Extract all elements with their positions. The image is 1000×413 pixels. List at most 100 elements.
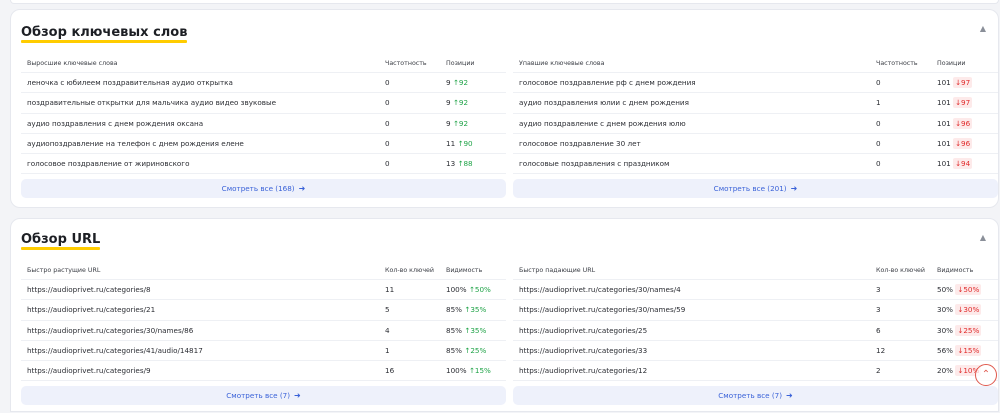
row-value: 85% ↑25% — [446, 345, 487, 355]
header-keyword: Выросшие ключевые слова — [27, 60, 118, 67]
row-count: 0 — [876, 138, 881, 148]
chevron-up-icon[interactable]: ▲ — [980, 233, 986, 242]
table-row[interactable]: https://audioprivet.ru/categories/8 11 100… — [21, 280, 506, 301]
row-count: 3 — [876, 285, 881, 294]
table-header: Выросшие ключевые слова Частотность Пози… — [21, 56, 506, 73]
header-keys-count: Кол-во ключей — [876, 267, 926, 274]
row-value: 11 ↑90 — [446, 138, 473, 148]
row-label[interactable]: https://audioprivet.ru/categories/30/nam… — [519, 280, 681, 300]
row-label[interactable]: https://audioprivet.ru/categories/33 — [519, 341, 647, 361]
table-header: Быстро растущие URL Кол-во ключей Видимо… — [21, 263, 506, 280]
row-value: 100% ↑50% — [446, 285, 491, 294]
change-badge: ↑92 — [452, 118, 469, 128]
row-label[interactable]: https://audioprivet.ru/categories/25 — [519, 321, 647, 341]
show-all-growing-button[interactable]: Смотреть все (7) ➜ — [21, 386, 506, 406]
chevron-up-circle-icon: ⌃ — [981, 369, 991, 380]
row-label[interactable]: голосовое поздравление рф с днем рождени… — [519, 73, 696, 93]
table-header: Упавшие ключевые слова Частотность Позиц… — [513, 56, 998, 73]
arrow-right-icon: ➜ — [790, 184, 798, 194]
row-count: 0 — [385, 138, 390, 148]
row-value: 30% ↓25% — [937, 324, 982, 336]
row-label[interactable]: https://audioprivet.ru/categories/8 — [27, 280, 151, 300]
table-row[interactable]: леночка с юбилеем поздравительная аудио … — [21, 73, 506, 94]
scroll-to-top-button[interactable]: ⌃ — [975, 364, 997, 386]
table-header: Быстро падающие URL Кол-во ключей Видимо… — [513, 263, 998, 280]
table-row[interactable]: аудио поздравление с днем рождения юлю 0 1… — [513, 114, 998, 134]
falling-urls-table: Быстро падающие URL Кол-во ключей Видимо… — [513, 263, 998, 406]
row-label[interactable]: https://audioprivet.ru/categories/41/aud… — [27, 341, 203, 361]
row-count: 3 — [876, 305, 881, 315]
table-row[interactable]: https://audioprivet.ru/categories/12 2 20%… — [513, 361, 998, 382]
table-row[interactable]: аудио поздравления юлии с днем рождения 1… — [513, 93, 998, 114]
row-label[interactable]: аудиопоздравление на телефон с днем рожд… — [27, 134, 244, 154]
arrow-right-icon: ➜ — [294, 391, 301, 401]
row-label[interactable]: https://audioprivet.ru/categories/21 — [27, 300, 155, 320]
row-value: 85% ↑35% — [446, 305, 487, 315]
table-row[interactable]: https://audioprivet.ru/categories/30/nam… — [513, 280, 998, 301]
row-label[interactable]: леночка с юбилеем поздравительная аудио … — [27, 73, 233, 93]
row-label[interactable]: https://audioprivet.ru/categories/30/nam… — [27, 321, 193, 341]
grown-keywords-table: Выросшие ключевые слова Частотность Пози… — [21, 56, 506, 199]
row-label[interactable]: голосовые поздравления с праздником — [519, 154, 669, 174]
row-label[interactable]: голосовое поздравление от жириновского — [27, 154, 189, 174]
row-count: 0 — [385, 98, 390, 108]
header-url: Быстро падающие URL — [519, 267, 596, 274]
change-badge: ↑50% — [468, 285, 491, 294]
table-row[interactable]: аудио поздравления с днем рождения оксан… — [21, 114, 506, 134]
change-badge: ↑88 — [457, 159, 473, 169]
change-badge: ↑90 — [457, 138, 473, 148]
table-row[interactable]: https://audioprivet.ru/categories/25 6 30%… — [513, 321, 998, 341]
row-value: 9 ↑92 — [446, 118, 469, 128]
table-row[interactable]: голосовое поздравление 30 лет 0 101 ↓96 — [513, 134, 998, 155]
row-count: 1 — [876, 98, 881, 108]
row-label[interactable]: https://audioprivet.ru/categories/9 — [27, 361, 151, 381]
chevron-up-icon[interactable]: ▲ — [980, 24, 986, 33]
show-all-grown-button[interactable]: Смотреть все (168) ➜ — [21, 179, 506, 199]
change-badge: ↑92 — [452, 98, 469, 108]
row-value: 101 ↓97 — [937, 77, 973, 88]
row-label[interactable]: аудио поздравления с днем рождения оксан… — [27, 114, 203, 134]
table-row[interactable]: https://audioprivet.ru/categories/30/nam… — [21, 321, 506, 341]
table-row[interactable]: голосовое поздравление рф с днем рождени… — [513, 73, 998, 94]
row-label[interactable]: аудио поздравления юлии с днем рождения — [519, 93, 689, 113]
row-count: 0 — [876, 78, 881, 87]
keywords-overview-title: Обзор ключевых слов — [21, 25, 188, 43]
row-count: 0 — [385, 159, 390, 169]
change-badge: ↓25% — [955, 324, 982, 336]
table-row[interactable]: https://audioprivet.ru/categories/21 5 85%… — [21, 300, 506, 321]
row-label[interactable]: аудио поздравление с днем рождения юлю — [519, 114, 686, 134]
table-row[interactable]: голосовое поздравление от жириновского 0 1… — [21, 154, 506, 175]
row-value: 9 ↑92 — [446, 78, 469, 87]
table-row[interactable]: https://audioprivet.ru/categories/41/aud… — [21, 341, 506, 362]
change-badge: ↑15% — [468, 366, 491, 376]
table-row[interactable]: поздравительные открытки для мальчика ау… — [21, 93, 506, 114]
keywords-overview-card: Обзор ключевых слов ▲ Выросшие ключевые … — [10, 9, 999, 208]
fallen-keywords-table: Упавшие ключевые слова Частотность Позиц… — [513, 56, 998, 199]
row-count: 16 — [385, 366, 395, 376]
row-label[interactable]: поздравительные открытки для мальчика ау… — [27, 93, 276, 113]
row-value: 13 ↑88 — [446, 159, 473, 169]
change-badge: ↑35% — [464, 325, 487, 335]
row-label[interactable]: https://audioprivet.ru/categories/30/nam… — [519, 300, 685, 320]
arrow-right-icon: ➜ — [298, 184, 306, 194]
show-all-fallen-button[interactable]: Смотреть все (201) ➜ — [513, 179, 998, 199]
row-value: 56% ↓15% — [937, 344, 982, 356]
table-row[interactable]: аудиопоздравление на телефон с днем рожд… — [21, 134, 506, 155]
url-overview-title: Обзор URL — [21, 232, 101, 250]
show-all-falling-button[interactable]: Смотреть все (7) ➜ — [513, 386, 998, 406]
table-row[interactable]: https://audioprivet.ru/categories/33 12 56… — [513, 341, 998, 362]
row-count: 12 — [876, 345, 886, 355]
table-row[interactable]: https://audioprivet.ru/categories/30/nam… — [513, 300, 998, 321]
change-badge: ↓94 — [953, 158, 973, 170]
table-row[interactable]: https://audioprivet.ru/categories/9 16 100… — [21, 361, 506, 382]
change-badge: ↓97 — [953, 77, 973, 88]
row-value: 101 ↓97 — [937, 97, 973, 109]
row-label[interactable]: голосовое поздравление 30 лет — [519, 134, 641, 154]
row-label[interactable]: https://audioprivet.ru/categories/12 — [519, 361, 647, 381]
header-keys-count: Кол-во ключей — [385, 267, 435, 274]
row-count: 0 — [385, 118, 390, 128]
row-count: 5 — [385, 305, 390, 315]
row-value: 101 ↓94 — [937, 158, 973, 170]
table-row[interactable]: голосовые поздравления с праздником 0 101 … — [513, 154, 998, 175]
change-badge: ↑35% — [464, 305, 487, 315]
